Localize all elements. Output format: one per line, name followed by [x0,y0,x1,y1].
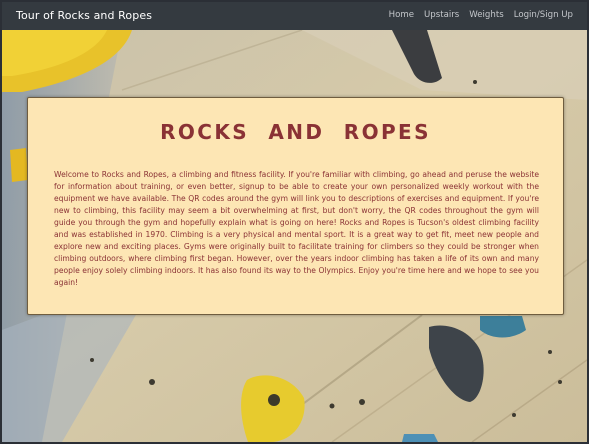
brand-link[interactable]: Tour of Rocks and Ropes [16,9,152,22]
page-frame: Tour of Rocks and Ropes Home Upstairs We… [2,2,587,442]
nav-link-upstairs[interactable]: Upstairs [424,10,459,20]
nav-link-login-signup[interactable]: Login/Sign Up [514,10,573,20]
page-title: ROCKS AND ROPES [160,120,431,144]
nav-links: Home Upstairs Weights Login/Sign Up [389,10,573,20]
welcome-description: Welcome to Rocks and Ropes, a climbing a… [54,170,539,287]
nav-link-home[interactable]: Home [389,10,414,20]
welcome-card: ROCKS AND ROPES Welcome to Rocks and Rop… [27,97,564,315]
top-navbar: Tour of Rocks and Ropes Home Upstairs We… [2,2,587,30]
nav-link-weights[interactable]: Weights [469,10,503,20]
